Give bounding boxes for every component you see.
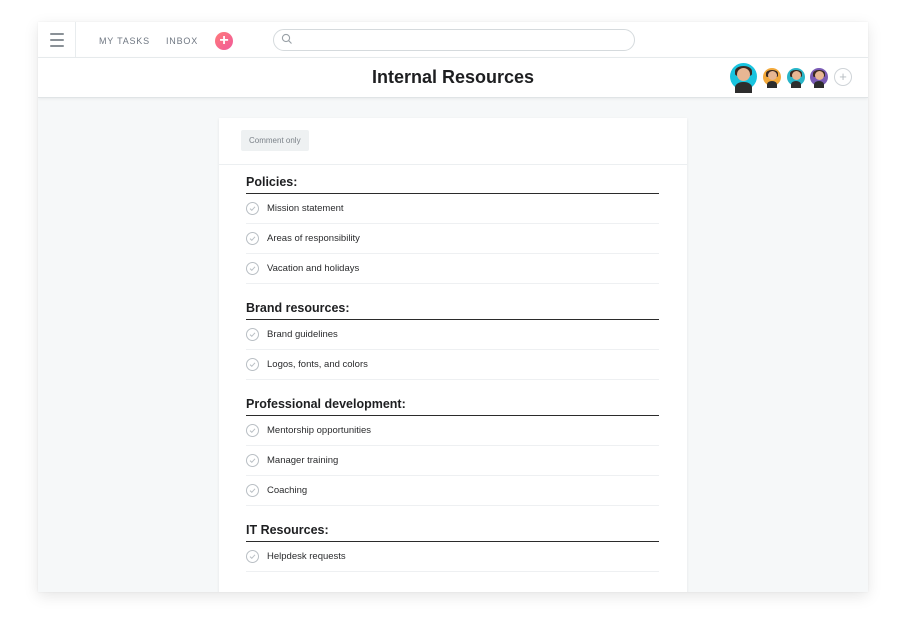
section: Policies: Mission statement Areas of respo…: [246, 175, 659, 284]
task-name: Manager training: [267, 455, 339, 466]
checkmark-icon[interactable]: [246, 202, 259, 215]
document-toolbar: Comment only: [219, 118, 687, 165]
search-input[interactable]: [273, 29, 635, 51]
nav-inbox[interactable]: INBOX: [166, 36, 198, 46]
project-header: Internal Resources +: [38, 58, 868, 98]
task-row[interactable]: Vacation and holidays: [246, 254, 659, 284]
task-name: Mission statement: [267, 203, 344, 214]
task-row[interactable]: Areas of responsibility: [246, 224, 659, 254]
search-icon: [281, 33, 292, 44]
quick-add-button[interactable]: +: [215, 32, 233, 50]
avatar[interactable]: [763, 68, 781, 88]
nav-my-tasks[interactable]: MY TASKS: [99, 36, 150, 46]
task-row[interactable]: Logos, fonts, and colors: [246, 350, 659, 380]
task-name: Vacation and holidays: [267, 263, 360, 274]
section-heading[interactable]: IT Resources:: [246, 523, 659, 542]
menu-icon[interactable]: [38, 22, 76, 57]
task-name: Helpdesk requests: [267, 551, 346, 562]
checkmark-icon[interactable]: [246, 454, 259, 467]
section: IT Resources: Helpdesk requests: [246, 523, 659, 572]
avatar[interactable]: [730, 63, 757, 93]
task-row[interactable]: Mission statement: [246, 194, 659, 224]
top-bar: MY TASKS INBOX +: [38, 22, 868, 58]
task-name: Areas of responsibility: [267, 233, 360, 244]
task-row[interactable]: Coaching: [246, 476, 659, 506]
task-row[interactable]: Mentorship opportunities: [246, 416, 659, 446]
task-name: Mentorship opportunities: [267, 425, 372, 436]
section: Professional development: Mentorship oppo…: [246, 397, 659, 506]
avatar[interactable]: [787, 68, 805, 88]
checkmark-icon[interactable]: [246, 424, 259, 437]
app-window: MY TASKS INBOX + Internal Resources + Co…: [38, 22, 868, 592]
section-heading[interactable]: Policies:: [246, 175, 659, 194]
checkmark-icon[interactable]: [246, 358, 259, 371]
task-name: Logos, fonts, and colors: [267, 359, 368, 370]
task-name: Coaching: [267, 485, 308, 496]
checkmark-icon[interactable]: [246, 232, 259, 245]
permission-badge: Comment only: [241, 130, 309, 151]
task-sections: Policies: Mission statement Areas of respo…: [246, 175, 659, 589]
checkmark-icon[interactable]: [246, 484, 259, 497]
checkmark-icon[interactable]: [246, 550, 259, 563]
task-row[interactable]: Manager training: [246, 446, 659, 476]
avatar[interactable]: [810, 68, 828, 88]
add-member-button[interactable]: +: [834, 68, 852, 86]
task-row[interactable]: Helpdesk requests: [246, 542, 659, 572]
section-heading[interactable]: Brand resources:: [246, 301, 659, 320]
checkmark-icon[interactable]: [246, 328, 259, 341]
project-document: Comment only Policies: Mission statement A…: [219, 118, 687, 592]
task-name: Brand guidelines: [267, 329, 338, 340]
section-heading[interactable]: Professional development:: [246, 397, 659, 416]
task-row[interactable]: Brand guidelines: [246, 320, 659, 350]
checkmark-icon[interactable]: [246, 262, 259, 275]
section: Brand resources: Brand guidelines Logos, f…: [246, 301, 659, 380]
